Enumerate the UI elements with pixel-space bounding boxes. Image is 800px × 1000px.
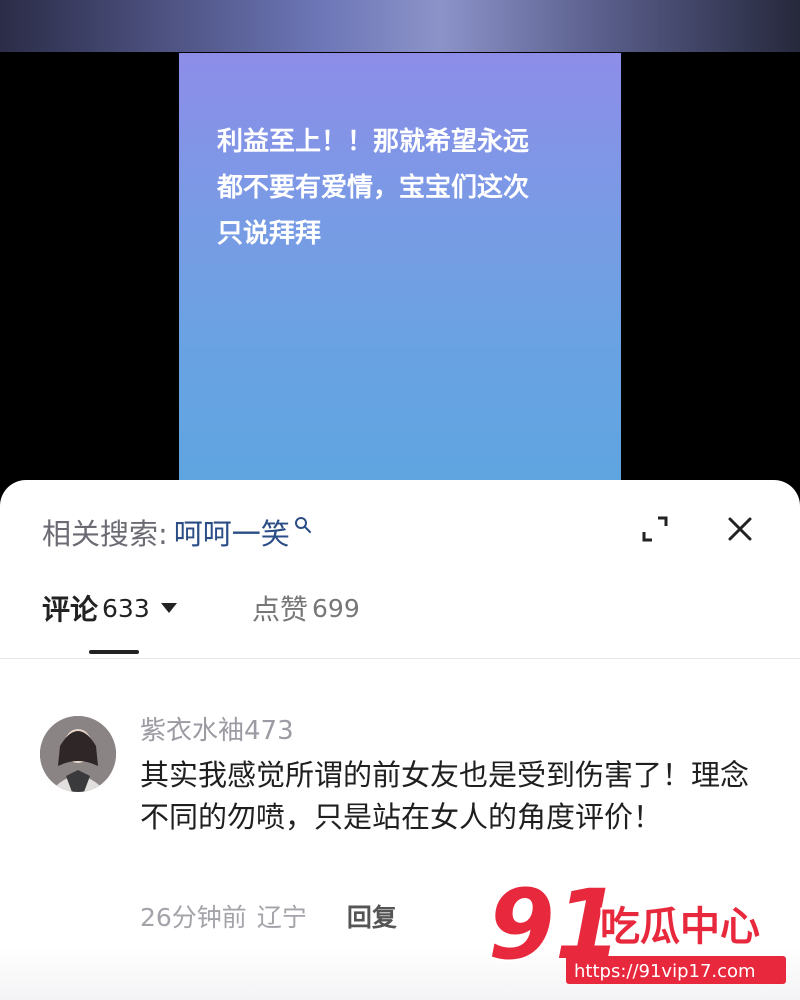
- search-icon[interactable]: [294, 516, 312, 534]
- active-tab-indicator: [89, 650, 139, 654]
- comment-location: 辽宁: [256, 903, 307, 932]
- svg-text:https://91vip17.com: https://91vip17.com: [574, 961, 756, 982]
- caret-down-icon[interactable]: [160, 602, 178, 614]
- commenter-name[interactable]: 紫衣水袖473: [140, 710, 294, 747]
- top-gradient-strip: [0, 0, 800, 52]
- avatar[interactable]: [40, 716, 116, 792]
- related-search[interactable]: 相关搜索: 呵呵一笑: [42, 510, 312, 554]
- svg-text:吃瓜中心: 吃瓜中心: [600, 904, 760, 950]
- tab-comments[interactable]: 评论 633: [42, 588, 178, 628]
- tab-likes-label: 点赞: [252, 593, 309, 626]
- tab-likes-count: 699: [312, 593, 360, 623]
- tab-comments-count: 633: [102, 593, 150, 623]
- divider: [0, 658, 800, 659]
- reply-button[interactable]: 回复: [347, 898, 397, 934]
- expand-icon[interactable]: [640, 514, 670, 544]
- close-icon[interactable]: [724, 513, 756, 545]
- comment-meta: 26分钟前 辽宁 回复: [140, 898, 397, 934]
- related-search-label: 相关搜索:: [42, 517, 168, 551]
- watermark-logo: 91 吃瓜中心 https://91vip17.com: [486, 867, 788, 990]
- video-frame[interactable]: 利益至上！！那就希望永远都不要有爱情，宝宝们这次只说拜拜: [179, 53, 621, 493]
- comment-text: 其实我感觉所谓的前女友也是受到伤害了！理念不同的勿喷，只是站在女人的角度评价！: [140, 758, 750, 834]
- related-search-term[interactable]: 呵呵一笑: [174, 511, 290, 553]
- tab-comments-label: 评论: [42, 593, 99, 626]
- video-caption: 利益至上！！那就希望永远都不要有爱情，宝宝们这次只说拜拜: [217, 127, 530, 249]
- tab-likes[interactable]: 点赞 699: [252, 588, 360, 628]
- comment-time: 26分钟前: [140, 903, 247, 932]
